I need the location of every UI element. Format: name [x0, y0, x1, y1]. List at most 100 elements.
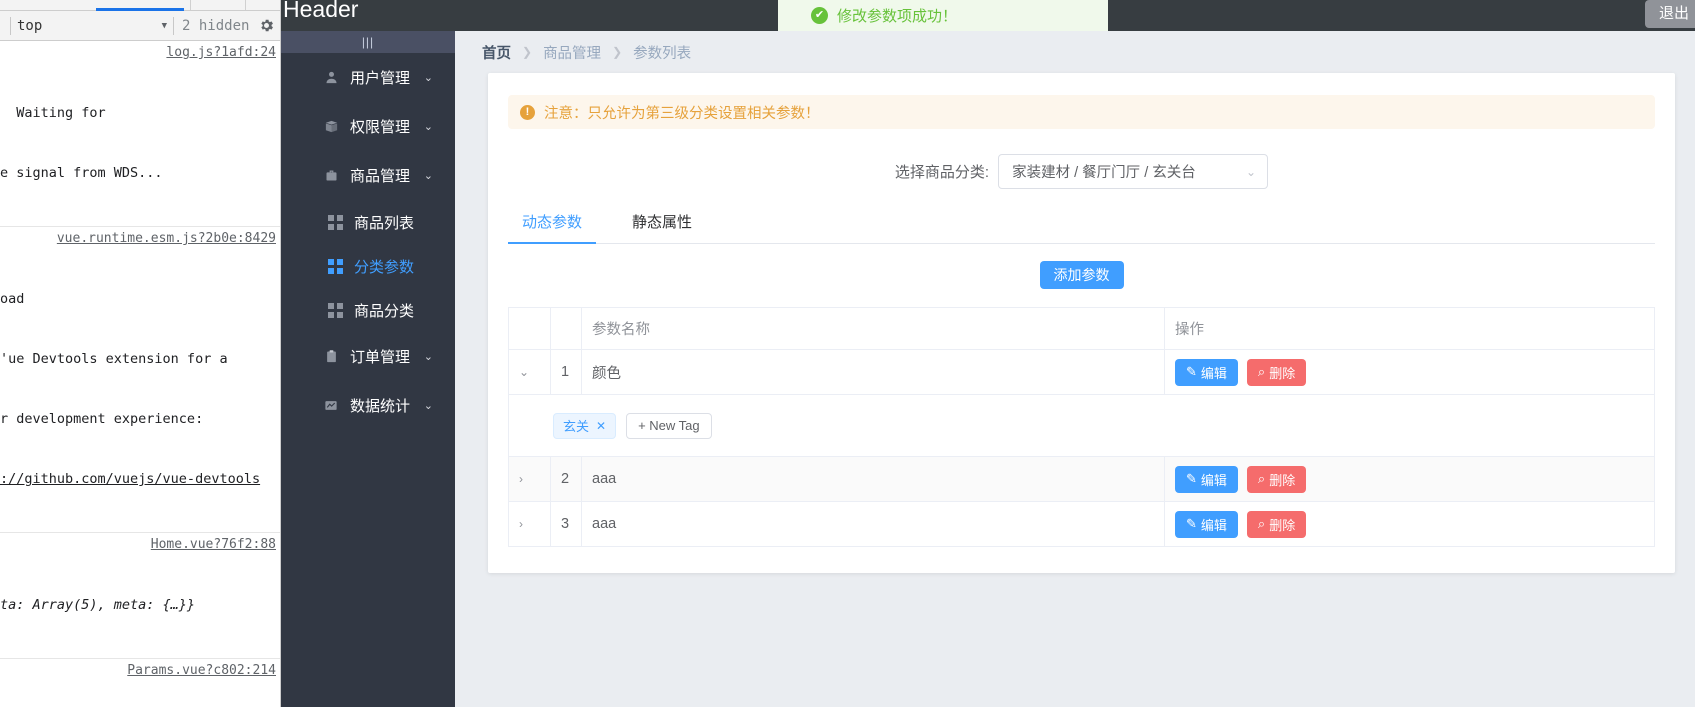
table-header-param-name: 参数名称 — [581, 307, 1165, 350]
sidebar-collapse-toggle[interactable]: ||| — [281, 31, 455, 53]
console-message-source[interactable]: Home.vue?76f2:88 — [151, 535, 276, 555]
delete-button[interactable]: ⌕ 删除 — [1246, 510, 1307, 538]
table-row-expanded-content: 玄关 ✕ + New Tag — [508, 394, 1655, 457]
close-icon[interactable]: ✕ — [596, 419, 606, 433]
pencil-icon: ✎ — [1186, 516, 1197, 531]
breadcrumb-item-params-list: 参数列表 — [633, 45, 692, 62]
table-row[interactable]: › 2 aaa ✎ 编辑 ⌕ 删除 — [508, 456, 1655, 502]
sidebar-item-label: 分类参数 — [354, 258, 415, 276]
params-tabs: 动态参数 静态属性 — [508, 211, 1655, 244]
sidebar-item-product-management[interactable]: 商品管理 ⌄ — [281, 151, 455, 200]
params-table: 参数名称 操作 ⌄ 1 颜色 ✎ 编辑 ⌕ 删除 玄关 ✕ + New Tag … — [508, 307, 1655, 547]
tab-static-attributes[interactable]: 静态属性 — [618, 211, 706, 243]
edit-button[interactable]: ✎ 编辑 — [1175, 465, 1238, 493]
category-selector-row: 选择商品分类: 家装建材 / 餐厅门厅 / 玄关台 ⌄ — [508, 154, 1655, 189]
chevron-right-icon[interactable]: › — [519, 517, 523, 531]
edit-button-label: 编辑 — [1200, 472, 1227, 488]
magnifier-icon: ⌕ — [1257, 364, 1266, 379]
main-content: 首页 ❯ 商品管理 ❯ 参数列表 ! 注意：只允许为第三级分类设置相关参数！ 选… — [455, 31, 1695, 707]
console-message[interactable]: log.js?1afd:24 Waiting for e signal from… — [0, 41, 280, 227]
user-icon — [323, 70, 339, 86]
tab-dynamic-params[interactable]: 动态参数 — [508, 211, 597, 244]
row-expand-cell[interactable]: › — [508, 501, 551, 547]
console-message-source[interactable]: log.js?1afd:24 — [166, 43, 276, 63]
magnifier-icon: ⌕ — [1257, 516, 1266, 531]
console-context-selector[interactable]: top ▼ — [17, 18, 167, 34]
console-message-source[interactable]: vue.runtime.esm.js?2b0e:8429 — [57, 229, 276, 249]
delete-button-label: 删除 — [1269, 517, 1296, 533]
sidebar-item-user-management[interactable]: 用户管理 ⌄ — [281, 53, 455, 102]
category-cascader[interactable]: 家装建材 / 餐厅门厅 / 玄关台 ⌄ — [998, 154, 1269, 189]
delete-button[interactable]: ⌕ 删除 — [1246, 358, 1307, 386]
console-log-list[interactable]: log.js?1afd:24 Waiting for e signal from… — [0, 41, 280, 707]
menu-bars-icon: ||| — [361, 35, 375, 49]
new-tag-button[interactable]: + New Tag — [626, 412, 712, 439]
console-context-value: top — [17, 17, 43, 34]
grid-icon — [327, 258, 343, 274]
sidebar-item-label: 订单管理 — [350, 349, 411, 366]
sidebar-item-data-statistics[interactable]: 数据统计 ⌄ — [281, 381, 455, 430]
edit-button-label: 编辑 — [1200, 517, 1227, 533]
devtools-tabstrip[interactable] — [0, 0, 280, 11]
row-param-name: aaa — [581, 456, 1165, 502]
sidebar-item-category-params[interactable]: 分类参数 — [281, 244, 455, 288]
console-hidden-count[interactable]: 2 hidden — [180, 18, 249, 34]
chevron-down-icon: ⌄ — [423, 121, 433, 133]
devtools-filter-bar: top ▼ 2 hidden — [0, 11, 280, 41]
row-param-name: 颜色 — [581, 349, 1165, 395]
console-message-line[interactable]: ://github.com/vuejs/vue-devtools — [0, 469, 276, 489]
sidebar-item-label: 数据统计 — [350, 398, 411, 415]
sidebar-item-product-category[interactable]: 商品分类 — [281, 288, 455, 332]
devtools-tab-divider — [190, 0, 191, 10]
check-circle-icon: ✔ — [811, 7, 828, 24]
devtools-tab-divider — [245, 0, 246, 10]
chevron-down-icon: ⌄ — [423, 72, 433, 84]
pencil-icon: ✎ — [1186, 471, 1197, 486]
sidebar-item-permission-management[interactable]: 权限管理 ⌄ — [281, 102, 455, 151]
table-row[interactable]: › 3 aaa ✎ 编辑 ⌕ 删除 — [508, 501, 1655, 547]
console-message[interactable]: vue.runtime.esm.js?2b0e:8429 oad 'ue Dev… — [0, 227, 280, 533]
sidebar-item-label: 权限管理 — [350, 119, 411, 136]
console-message-source[interactable]: Params.vue?c802:214 — [127, 661, 276, 681]
chevron-down-icon: ⌄ — [1246, 164, 1257, 179]
edit-button[interactable]: ✎ 编辑 — [1175, 510, 1238, 538]
toast-message: 修改参数项成功！ — [837, 8, 958, 25]
sidebar-item-order-management[interactable]: 订单管理 ⌄ — [281, 332, 455, 381]
table-header-row: 参数名称 操作 — [508, 307, 1655, 350]
chevron-down-icon: ⌄ — [423, 351, 433, 363]
breadcrumb-item-product-management[interactable]: 商品管理 — [543, 42, 601, 63]
category-selector-label: 选择商品分类: — [894, 164, 990, 181]
breadcrumb-item-home[interactable]: 首页 — [482, 42, 511, 63]
logout-button[interactable]: 退出 — [1644, 0, 1695, 28]
chevron-down-icon: ▼ — [161, 20, 167, 31]
sidebar-item-label: 商品管理 — [350, 168, 411, 185]
console-message[interactable]: Params.vue?c802:214 ) [{…}, {…}, {…}, {…… — [0, 659, 280, 707]
sidebar: ||| 用户管理 ⌄ 权限管理 ⌄ 商品管理 ⌄ 商品列表 分类参数 商品分类 … — [281, 31, 455, 707]
chart-icon — [323, 398, 339, 414]
grid-icon — [327, 302, 343, 318]
sidebar-item-label: 商品分类 — [354, 302, 415, 320]
sidebar-item-product-list[interactable]: 商品列表 — [281, 200, 455, 244]
console-message[interactable]: Home.vue?76f2:88 ta: Array(5), meta: {…}… — [0, 533, 280, 659]
category-selected-value: 家装建材 / 餐厅门厅 / 玄关台 — [1012, 165, 1196, 181]
magnifier-icon: ⌕ — [1257, 471, 1266, 486]
chevron-down-icon[interactable]: ⌄ — [519, 365, 529, 379]
table-row[interactable]: ⌄ 1 颜色 ✎ 编辑 ⌕ 删除 — [508, 349, 1655, 395]
row-operations: ✎ 编辑 ⌕ 删除 — [1164, 349, 1655, 395]
row-expand-cell[interactable]: ⌄ — [508, 349, 551, 395]
table-body: ⌄ 1 颜色 ✎ 编辑 ⌕ 删除 玄关 ✕ + New Tag › 2 aaa … — [508, 349, 1655, 547]
console-message-line: e signal from WDS... — [0, 165, 163, 181]
row-param-name: aaa — [581, 501, 1165, 547]
param-tag[interactable]: 玄关 ✕ — [553, 412, 617, 439]
delete-button[interactable]: ⌕ 删除 — [1246, 465, 1307, 493]
console-message-line: r development experience: — [0, 411, 204, 427]
chevron-up-icon: ⌄ — [423, 170, 433, 182]
chevron-right-icon[interactable]: › — [519, 472, 523, 486]
add-param-button[interactable]: 添加参数 — [1039, 261, 1124, 289]
gear-icon[interactable] — [257, 17, 275, 35]
pencil-icon: ✎ — [1186, 364, 1197, 379]
edit-button[interactable]: ✎ 编辑 — [1175, 358, 1238, 386]
row-index: 3 — [550, 501, 582, 547]
row-expand-cell[interactable]: › — [508, 456, 551, 502]
warning-alert: ! 注意：只允许为第三级分类设置相关参数！ — [508, 95, 1655, 129]
